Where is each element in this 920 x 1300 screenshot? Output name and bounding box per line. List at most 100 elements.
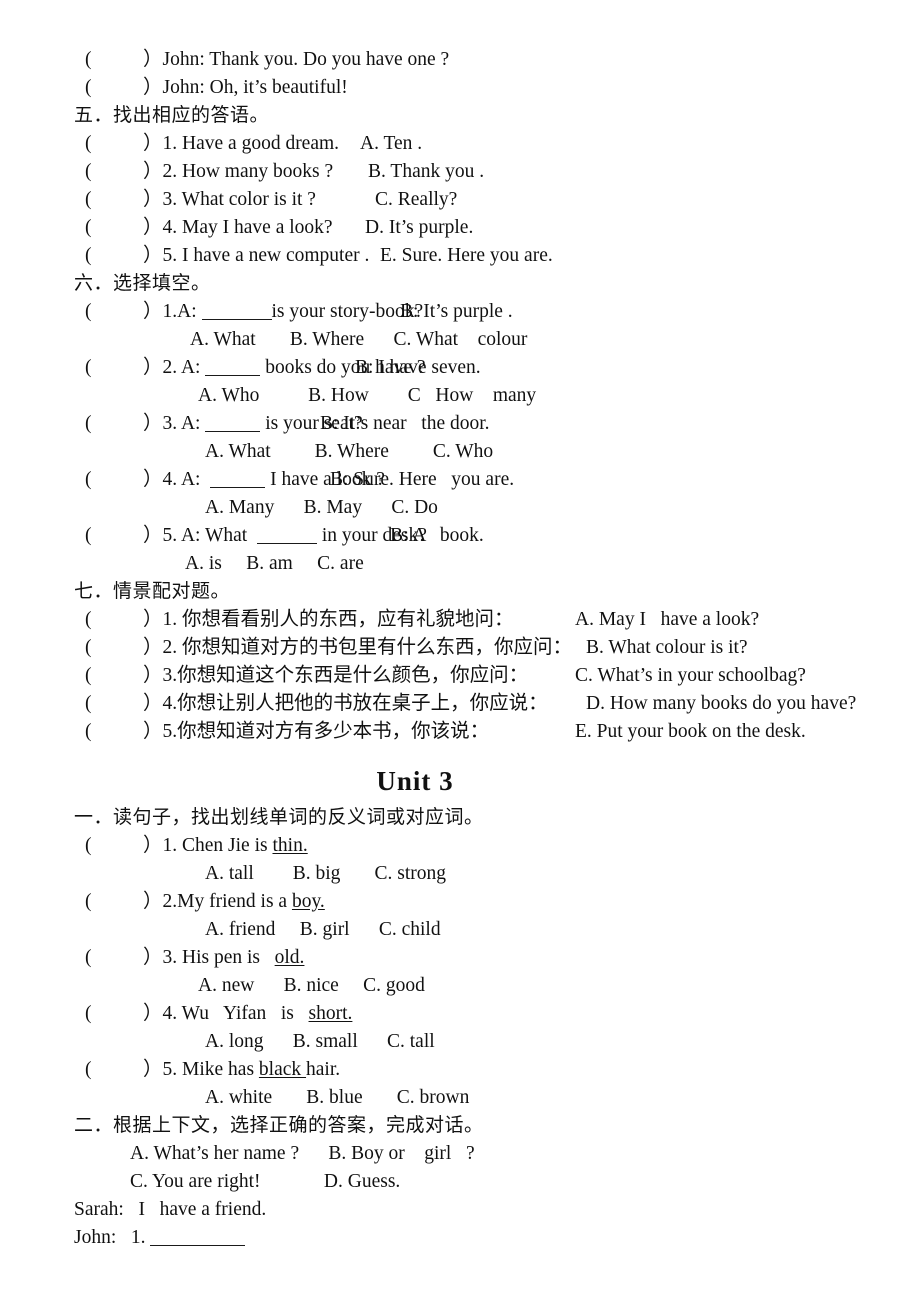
dialog-line-sarah: Sarah: I have a friend. (0, 1196, 920, 1224)
answer-text: B: It’s purple . (400, 301, 513, 322)
antonym-question-row: (）2.My friend is a boy. (0, 888, 920, 916)
match-left-text: 1. Have a good dream. (162, 133, 340, 154)
answer-bracket[interactable]: ( (85, 46, 143, 74)
answer-bracket[interactable]: ( (85, 944, 143, 972)
match-right-text: D. It’s purple. (365, 217, 474, 238)
choice-question-row: (）2. A: books do you have ? B: I have sev… (0, 354, 920, 382)
answer-bracket[interactable]: ( (85, 158, 143, 186)
choice-options[interactable]: A. Many B. May C. Do (0, 494, 920, 522)
dialog-choices-row-1[interactable]: A. What’s her name ? B. Boy or girl ? (0, 1140, 920, 1168)
choice-options[interactable]: A. white B. blue C. brown (0, 1084, 920, 1112)
answer-text: B: It’s near the door. (320, 413, 490, 434)
match-right-text: A. Ten . (360, 133, 423, 154)
question-number: 4. A: (162, 469, 201, 490)
match-left-text: 4. May I have a look? (162, 217, 333, 238)
choice-options[interactable]: A. is B. am C. are (0, 550, 920, 578)
fill-blank[interactable] (205, 360, 261, 376)
answer-bracket[interactable]: ( (85, 410, 143, 438)
match-row: (）3. What color is it ? C. Really? (0, 186, 920, 214)
answer-bracket[interactable]: ( (85, 130, 143, 158)
answer-bracket[interactable]: ( (85, 606, 143, 634)
section-heading-seven: 七．情景配对题。 (74, 581, 231, 602)
question-text: 1. Chen Jie is (162, 835, 273, 856)
section-heading-five: 五．找出相应的答语。 (74, 105, 270, 126)
choice-options[interactable]: A. long B. small C. tall (0, 1028, 920, 1056)
antonym-question-row: (）1. Chen Jie is thin. (0, 832, 920, 860)
answer-bracket[interactable]: ( (85, 1056, 143, 1084)
answer-bracket[interactable]: ( (85, 74, 143, 102)
question-number: 1.A: (162, 301, 197, 322)
match-row: (）4. May I have a look? D. It’s purple. (0, 214, 920, 242)
underlined-word: short. (308, 1003, 353, 1024)
choice-question-row: (）5. A: What in your desk? B: A book. (0, 522, 920, 550)
answer-bracket[interactable]: ( (85, 466, 143, 494)
answer-bracket[interactable]: ( (85, 634, 143, 662)
question-tail: hair. (306, 1059, 341, 1080)
answer-bracket[interactable]: ( (85, 214, 143, 242)
speaker-label: Sarah: (74, 1199, 124, 1220)
answer-bracket[interactable]: ( (85, 298, 143, 326)
match-right-text: A. May I have a look? (575, 609, 760, 630)
underlined-word: boy. (291, 891, 325, 912)
answer-text: B: A book. (390, 525, 484, 546)
answer-bracket[interactable]: ( (85, 888, 143, 916)
choice-options[interactable]: A. What B. Where C. What colour (0, 326, 920, 354)
answer-bracket[interactable]: ( (85, 242, 143, 270)
answer-text: B: Sure. Here you are. (330, 469, 515, 490)
fill-blank[interactable] (205, 416, 261, 432)
choice-question-row: (）1.A: is your story-book? B: It’s purple… (0, 298, 920, 326)
choice-options[interactable]: A. tall B. big C. strong (0, 860, 920, 888)
answer-bracket[interactable]: ( (85, 1000, 143, 1028)
carryover-text: John: Oh, it’s beautiful! (162, 77, 348, 98)
match-left-text: 1. 你想看看别人的东西，应有礼貌地问： (162, 609, 514, 630)
question-text: 2.My friend is a (162, 891, 292, 912)
question-number: 3. A: (162, 413, 201, 434)
answer-bracket[interactable]: ( (85, 718, 143, 746)
match-left-text: 2. How many books ? (162, 161, 334, 182)
antonym-question-row: (）5. Mike has black hair. (0, 1056, 920, 1084)
fill-blank[interactable] (210, 472, 266, 488)
answer-bracket[interactable]: ( (85, 662, 143, 690)
section-heading-six: 六．选择填空。 (74, 273, 211, 294)
antonym-question-row: (）4. Wu Yifan is short. (0, 1000, 920, 1028)
choice-options[interactable]: A. What B. Where C. Who (0, 438, 920, 466)
question-number: 2. A: (162, 357, 201, 378)
underlined-word: black (258, 1059, 307, 1080)
match-row: (）5.你想知道对方有多少本书，你该说： E. Put your book on … (0, 718, 920, 746)
match-left-text: 3.你想知道这个东西是什么颜色，你应问： (162, 665, 529, 686)
match-left-text: 2. 你想知道对方的书包里有什么东西，你应问： (162, 637, 573, 658)
choice-question-row: (）4. A: I have a look ? B: Sure. Here you… (0, 466, 920, 494)
fill-blank[interactable] (150, 1230, 246, 1246)
answer-bracket[interactable]: ( (85, 690, 143, 718)
choice-question-row: (）3. A: is your seat? B: It’s near the do… (0, 410, 920, 438)
match-row: (）1. Have a good dream. A. Ten . (0, 130, 920, 158)
worksheet-page: (）John: Thank you. Do you have one ? (）J… (0, 0, 920, 1300)
match-left-text: 4.你想让别人把他的书放在桌子上，你应说： (162, 693, 548, 714)
dialog-text: I have a friend. (138, 1199, 267, 1220)
match-left-text: 3. What color is it ? (162, 189, 316, 210)
answer-bracket[interactable]: ( (85, 832, 143, 860)
choice-options[interactable]: A. Who B. How C How many (0, 382, 920, 410)
dialog-choices-row-2[interactable]: C. You are right! D. Guess. (0, 1168, 920, 1196)
match-row: (）2. How many books ? B. Thank you . (0, 158, 920, 186)
speaker-label: John: (74, 1227, 117, 1248)
match-row: (）3.你想知道这个东西是什么颜色，你应问： C. What’s in your … (0, 662, 920, 690)
answer-bracket[interactable]: ( (85, 522, 143, 550)
carryover-text: John: Thank you. Do you have one ? (162, 49, 450, 70)
match-row: (）1. 你想看看别人的东西，应有礼貌地问： A. May I have a lo… (0, 606, 920, 634)
choice-options[interactable]: A. new B. nice C. good (0, 972, 920, 1000)
answer-bracket[interactable]: ( (85, 354, 143, 382)
choice-options[interactable]: A. friend B. girl C. child (0, 916, 920, 944)
unit-title: Unit 3 (376, 766, 454, 796)
match-right-text: E. Put your book on the desk. (575, 721, 806, 742)
match-row: (）2. 你想知道对方的书包里有什么东西，你应问： B. What colour … (0, 634, 920, 662)
fill-blank[interactable] (201, 304, 272, 320)
match-right-text: C. Really? (375, 189, 458, 210)
antonym-question-row: (）3. His pen is old. (0, 944, 920, 972)
dialog-line-john: John: 1. (0, 1224, 920, 1252)
match-right-text: B. What colour is it? (586, 637, 748, 658)
fill-blank[interactable] (256, 528, 317, 544)
answer-bracket[interactable]: ( (85, 186, 143, 214)
dialog-text: 1. (130, 1227, 151, 1248)
carryover-line: (）John: Oh, it’s beautiful! (0, 74, 920, 102)
